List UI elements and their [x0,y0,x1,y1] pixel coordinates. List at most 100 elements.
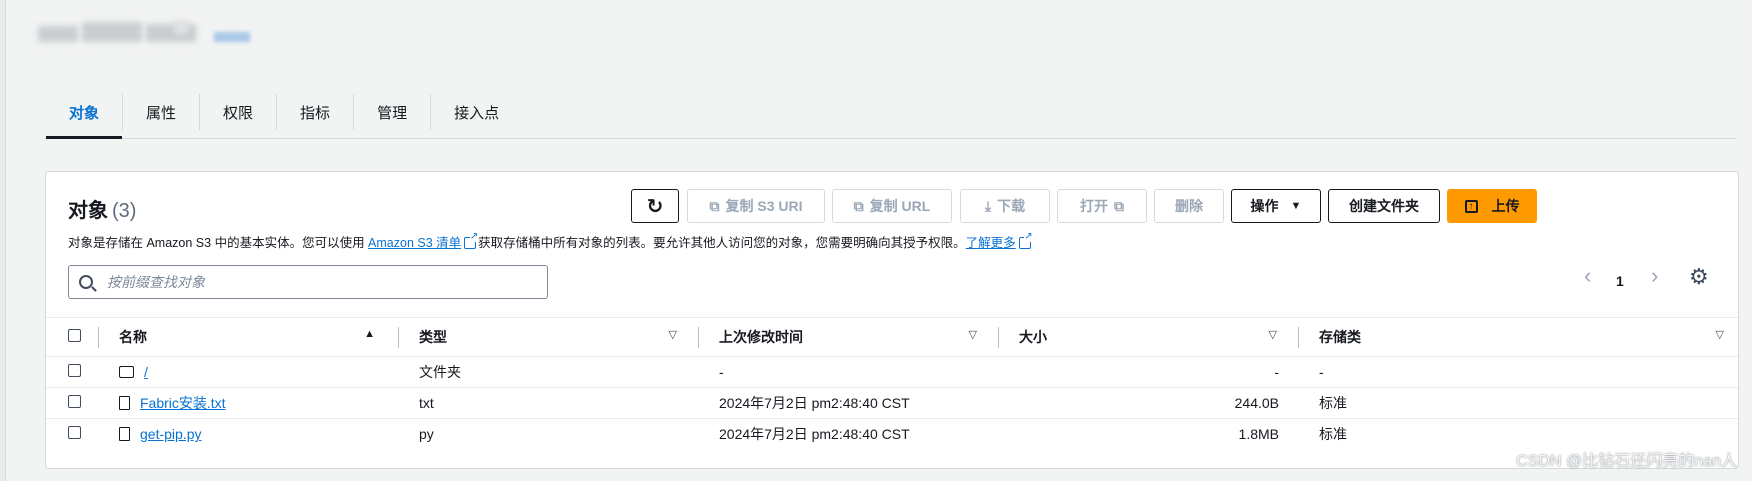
header-name[interactable]: 名称 ▲ [99,318,399,357]
objects-table: 名称 ▲ 类型 ▽ 上次修改时间 ▽ 大小 ▽ 存储类 ▽ / 文件夹 - - - Fab… [46,317,1738,450]
header-storage-label: 存储类 [1319,329,1361,345]
type-cell: txt [419,395,434,411]
watermark-text: CSDN @比钻石还闪亮的nan人 [1516,453,1737,470]
size-cell: 1.8MB [1238,426,1279,443]
refresh-icon: ↻ [646,195,664,218]
upload-label: 上传 [1491,198,1520,214]
external-link-icon: ⧉ [1114,197,1124,214]
table-row[interactable]: / 文件夹 - - - [46,356,1738,388]
copy-icon: ⧉ [709,197,720,214]
actions-dropdown[interactable]: 操作 ▼ [1231,189,1321,223]
table-row[interactable]: Fabric安装.txt txt 2024年7月2日 pm2:48:40 CST… [46,387,1738,419]
copy-url-button[interactable]: ⧉ 复制 URL [832,189,952,223]
next-page-icon[interactable]: › [1651,263,1658,289]
modified-cell: 2024年7月2日 pm2:48:40 CST [719,426,910,443]
select-all-cell [46,318,99,357]
tab-bar: 对象 属性 权限 指标 管理 接入点 [46,86,1737,139]
size-cell: 244.0B [1234,395,1279,411]
search-box [68,265,548,299]
search-icon [79,275,93,289]
refresh-button[interactable]: ↻ [631,189,679,223]
header-name-label: 名称 [119,329,147,345]
external-link-icon [464,232,479,249]
header-size[interactable]: 大小 ▽ [999,318,1299,357]
tab-metrics[interactable]: 指标 [277,86,353,138]
download-icon: ⤓ [984,197,992,214]
sort-icon[interactable]: ▽ [1269,328,1277,341]
desc-text: 获取存储桶中所有对象的列表。要允许其他人访问您的对象，您需要明确向其授予权限。 [478,236,966,250]
sort-icon[interactable]: ▽ [669,328,677,341]
sort-ascending-icon[interactable]: ▲ [364,328,375,340]
header-storage-class[interactable]: 存储类 ▽ [1299,318,1738,357]
panel-description: 对象是存储在 Amazon S3 中的基本实体。您可以使用 Amazon S3 … [68,232,1033,251]
open-label: 打开 [1080,198,1108,214]
header-modified[interactable]: 上次修改时间 ▽ [699,318,999,357]
copy-s3-uri-button[interactable]: ⧉ 复制 S3 URI [687,189,825,223]
download-button[interactable]: ⤓ 下载 [960,189,1050,223]
tab-properties[interactable]: 属性 [123,86,199,138]
delete-button[interactable]: 删除 [1154,189,1224,223]
settings-gear-icon[interactable]: ⚙ [1689,264,1709,290]
storage-class-cell: - [1319,364,1324,380]
modified-cell: 2024年7月2日 pm2:48:40 CST [719,395,910,411]
storage-class-cell: 标准 [1319,426,1347,443]
object-count: (3) [112,200,137,222]
actions-label: 操作 [1250,198,1279,214]
upload-button[interactable]: ↑ 上传 [1447,189,1537,223]
name-cell: Fabric安装.txt [99,388,399,419]
tab-permissions[interactable]: 权限 [200,86,276,138]
left-edge [0,0,6,481]
open-button[interactable]: 打开 ⧉ [1057,189,1147,223]
panel-title: 对象 (3) [68,194,136,223]
object-link[interactable]: Fabric安装.txt [140,395,226,411]
select-all-checkbox[interactable] [68,329,81,342]
row-checkbox[interactable] [68,426,81,440]
modified-cell: - [719,364,724,380]
inventory-link[interactable]: Amazon S3 清单 [368,236,461,250]
learn-more-link[interactable]: 了解更多 [966,236,1016,250]
row-select-cell [46,357,99,388]
sort-icon[interactable]: ▽ [1716,328,1724,341]
header-type[interactable]: 类型 ▽ [399,318,699,357]
create-folder-label: 创建文件夹 [1349,198,1419,214]
download-label: 下载 [997,198,1026,214]
delete-label: 删除 [1175,198,1203,214]
copy-url-label: 复制 URL [869,198,931,214]
tab-access-points[interactable]: 接入点 [431,86,522,138]
tab-management[interactable]: 管理 [354,86,430,138]
object-link[interactable]: / [144,364,148,380]
bucket-name-blurred [38,20,250,52]
tab-objects[interactable]: 对象 [46,86,123,139]
copy-icon: ⧉ [853,197,864,214]
copy-s3-uri-label: 复制 S3 URI [725,198,803,214]
panel-title-text: 对象 [68,200,108,222]
table-header-row: 名称 ▲ 类型 ▽ 上次修改时间 ▽ 大小 ▽ 存储类 ▽ [46,317,1738,357]
file-icon [119,427,130,442]
row-select-cell [46,419,99,450]
header-modified-label: 上次修改时间 [719,329,803,345]
file-icon [119,396,130,410]
search-input[interactable] [105,273,529,291]
storage-class-cell: 标准 [1319,395,1347,411]
external-link-icon [1018,232,1033,249]
row-checkbox[interactable] [68,395,81,408]
current-page-number[interactable]: 1 [1616,273,1624,289]
type-cell: py [419,426,434,443]
row-checkbox[interactable] [68,364,81,377]
objects-panel: 对象 (3) 对象是存储在 Amazon S3 中的基本实体。您可以使用 Amaz… [45,171,1739,469]
header-size-label: 大小 [1019,329,1047,345]
row-select-cell [46,388,99,419]
name-cell: / [99,357,399,388]
table-row[interactable]: get-pip.py py 2024年7月2日 pm2:48:40 CST 1.… [46,418,1738,450]
size-cell: - [1274,364,1279,380]
folder-icon [119,366,134,378]
previous-page-icon[interactable]: ‹ [1584,263,1591,289]
header-type-label: 类型 [419,329,447,345]
name-cell: get-pip.py [99,419,399,450]
object-link[interactable]: get-pip.py [140,426,201,442]
sort-icon[interactable]: ▽ [969,328,977,341]
type-cell: 文件夹 [419,364,461,380]
upload-icon: ↑ [1464,199,1478,213]
create-folder-button[interactable]: 创建文件夹 [1328,189,1440,223]
desc-text: 对象是存储在 Amazon S3 中的基本实体。您可以使用 [68,236,369,250]
